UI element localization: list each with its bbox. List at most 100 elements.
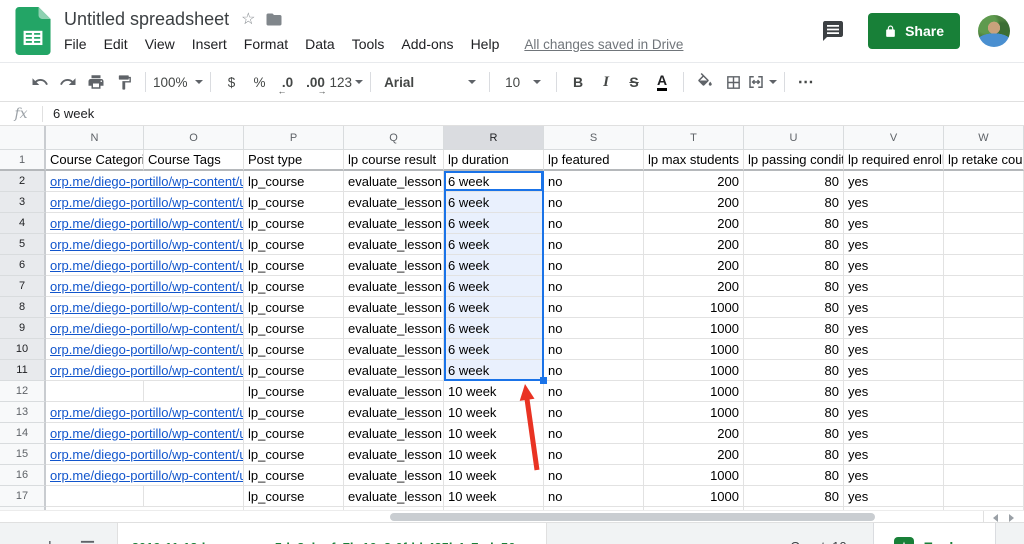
column-header-W[interactable]: W bbox=[944, 126, 1024, 150]
cell-T17[interactable]: 1000 bbox=[644, 486, 744, 507]
cell-U9[interactable]: 80 bbox=[744, 318, 844, 339]
menu-help[interactable]: Help bbox=[471, 36, 500, 52]
cell-T10[interactable]: 1000 bbox=[644, 339, 744, 360]
cell-W5[interactable] bbox=[944, 234, 1024, 255]
cell-W2[interactable] bbox=[944, 171, 1024, 192]
cell-U11[interactable]: 80 bbox=[744, 360, 844, 381]
row-header-2[interactable]: 2 bbox=[0, 171, 46, 192]
cell-P15[interactable]: lp_course bbox=[244, 444, 344, 465]
zoom-select[interactable]: 100% bbox=[153, 68, 203, 96]
cell-link-N7[interactable]: orp.me/diego-portillo/wp-content/up bbox=[46, 276, 244, 297]
cell-R10[interactable]: 6 week bbox=[444, 339, 544, 360]
text-color-button[interactable]: A bbox=[648, 68, 676, 96]
cell-V8[interactable]: yes bbox=[844, 297, 944, 318]
cell-W4[interactable] bbox=[944, 213, 1024, 234]
row-header-15[interactable]: 15 bbox=[0, 444, 46, 465]
cell-S17[interactable]: no bbox=[544, 486, 644, 507]
comment-icon[interactable] bbox=[820, 19, 846, 43]
format-currency-button[interactable]: $ bbox=[218, 68, 246, 96]
more-formats-button[interactable]: 123 bbox=[330, 68, 364, 96]
cell-P2[interactable]: lp_course bbox=[244, 171, 344, 192]
cell-Q13[interactable]: evaluate_lesson bbox=[344, 402, 444, 423]
cell-P10[interactable]: lp_course bbox=[244, 339, 344, 360]
cell-link-N9[interactable]: orp.me/diego-portillo/wp-content/up bbox=[46, 318, 244, 339]
cell-P13[interactable]: lp_course bbox=[244, 402, 344, 423]
cell-P9[interactable]: lp_course bbox=[244, 318, 344, 339]
cell-R4[interactable]: 6 week bbox=[444, 213, 544, 234]
cell-header-V[interactable]: lp required enroll bbox=[844, 150, 944, 171]
cell-Q12[interactable]: evaluate_lesson bbox=[344, 381, 444, 402]
cell-U2[interactable]: 80 bbox=[744, 171, 844, 192]
column-header-N[interactable]: N bbox=[46, 126, 144, 150]
menu-tools[interactable]: Tools bbox=[352, 36, 385, 52]
cell-S16[interactable]: no bbox=[544, 465, 644, 486]
cell-V7[interactable]: yes bbox=[844, 276, 944, 297]
cell-S6[interactable]: no bbox=[544, 255, 644, 276]
cell-U5[interactable]: 80 bbox=[744, 234, 844, 255]
cell-V16[interactable]: yes bbox=[844, 465, 944, 486]
cell-link-N3[interactable]: orp.me/diego-portillo/wp-content/up bbox=[46, 192, 244, 213]
cell-Q6[interactable]: evaluate_lesson bbox=[344, 255, 444, 276]
cell-header-O[interactable]: Course Tags bbox=[144, 150, 244, 171]
undo-icon[interactable] bbox=[26, 68, 54, 96]
cell-S12[interactable]: no bbox=[544, 381, 644, 402]
cell-R2[interactable]: 6 week bbox=[444, 171, 544, 192]
cell-O12[interactable] bbox=[144, 381, 244, 402]
row-header-13[interactable]: 13 bbox=[0, 402, 46, 423]
cell-T8[interactable]: 1000 bbox=[644, 297, 744, 318]
cell-U13[interactable]: 80 bbox=[744, 402, 844, 423]
cell-V2[interactable]: yes bbox=[844, 171, 944, 192]
cell-W8[interactable] bbox=[944, 297, 1024, 318]
cell-U16[interactable]: 80 bbox=[744, 465, 844, 486]
cell-U3[interactable]: 80 bbox=[744, 192, 844, 213]
cell-P16[interactable]: lp_course bbox=[244, 465, 344, 486]
cell-V4[interactable]: yes bbox=[844, 213, 944, 234]
cell-Q2[interactable]: evaluate_lesson bbox=[344, 171, 444, 192]
cell-R6[interactable]: 6 week bbox=[444, 255, 544, 276]
cell-Q7[interactable]: evaluate_lesson bbox=[344, 276, 444, 297]
explore-button[interactable]: Explore bbox=[872, 523, 996, 544]
cell-Q16[interactable]: evaluate_lesson bbox=[344, 465, 444, 486]
cell-V9[interactable]: yes bbox=[844, 318, 944, 339]
scrollbar-thumb[interactable] bbox=[390, 513, 875, 521]
cell-S5[interactable]: no bbox=[544, 234, 644, 255]
cell-W14[interactable] bbox=[944, 423, 1024, 444]
cell-W13[interactable] bbox=[944, 402, 1024, 423]
column-header-P[interactable]: P bbox=[244, 126, 344, 150]
cell-V15[interactable]: yes bbox=[844, 444, 944, 465]
cell-P6[interactable]: lp_course bbox=[244, 255, 344, 276]
menu-view[interactable]: View bbox=[145, 36, 175, 52]
cell-U6[interactable]: 80 bbox=[744, 255, 844, 276]
cell-P7[interactable]: lp_course bbox=[244, 276, 344, 297]
folder-icon[interactable] bbox=[265, 12, 283, 27]
cell-S15[interactable]: no bbox=[544, 444, 644, 465]
menu-file[interactable]: File bbox=[64, 36, 87, 52]
cell-Q5[interactable]: evaluate_lesson bbox=[344, 234, 444, 255]
cell-S11[interactable]: no bbox=[544, 360, 644, 381]
cell-T2[interactable]: 200 bbox=[644, 171, 744, 192]
cell-R13[interactable]: 10 week bbox=[444, 402, 544, 423]
cell-P3[interactable]: lp_course bbox=[244, 192, 344, 213]
cell-Q10[interactable]: evaluate_lesson bbox=[344, 339, 444, 360]
active-sheet-tab[interactable]: 2019-11-13-lp_course-e5de8abc-fa7b-16c2-… bbox=[116, 523, 548, 544]
cell-T13[interactable]: 1000 bbox=[644, 402, 744, 423]
scroll-right-icon[interactable] bbox=[1009, 514, 1014, 522]
cell-S14[interactable]: no bbox=[544, 423, 644, 444]
column-header-O[interactable]: O bbox=[144, 126, 244, 150]
column-header-U[interactable]: U bbox=[744, 126, 844, 150]
cell-Q4[interactable]: evaluate_lesson bbox=[344, 213, 444, 234]
cell-T9[interactable]: 1000 bbox=[644, 318, 744, 339]
cell-W9[interactable] bbox=[944, 318, 1024, 339]
print-icon[interactable] bbox=[82, 68, 110, 96]
cell-S13[interactable]: no bbox=[544, 402, 644, 423]
cell-link-N4[interactable]: orp.me/diego-portillo/wp-content/up bbox=[46, 213, 244, 234]
menu-insert[interactable]: Insert bbox=[192, 36, 227, 52]
cell-U17[interactable]: 80 bbox=[744, 486, 844, 507]
cell-header-P[interactable]: Post type bbox=[244, 150, 344, 171]
cell-Q15[interactable]: evaluate_lesson bbox=[344, 444, 444, 465]
cell-P17[interactable]: lp_course bbox=[244, 486, 344, 507]
cell-link-N2[interactable]: orp.me/diego-portillo/wp-content/up bbox=[46, 171, 244, 192]
row-header-3[interactable]: 3 bbox=[0, 192, 46, 213]
sheets-logo-icon[interactable] bbox=[14, 7, 52, 55]
cell-V11[interactable]: yes bbox=[844, 360, 944, 381]
